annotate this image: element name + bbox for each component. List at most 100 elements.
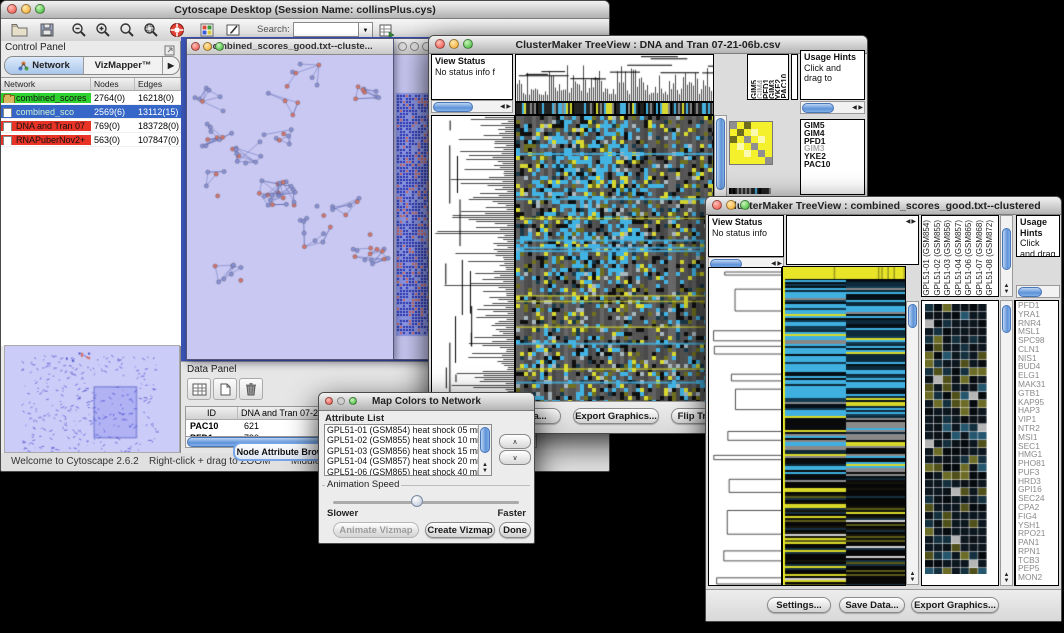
frame-close-button[interactable] [398, 42, 407, 51]
search-input[interactable] [293, 22, 361, 37]
zoom-out-icon[interactable] [69, 21, 89, 39]
tv2-titlebar[interactable]: ClusterMaker TreeView : combined_scores_… [706, 197, 1061, 215]
attribute-option[interactable]: GPL51-06 (GSM865) heat shock 40 min [325, 467, 491, 476]
tv1-column-labels: GIM5GIM4PFD1GIM3YKE2PAC10 [747, 54, 789, 100]
network-row[interactable]: RNAPuberNov2+ 563(0) 107847(0) [1, 133, 181, 147]
tv1-usage-hscrollbar[interactable]: ◀ ▶ [800, 101, 865, 114]
close-button[interactable] [7, 4, 17, 14]
tv2-title: ClusterMaker TreeView : combined_scores_… [726, 200, 1040, 212]
network-type-icon [3, 122, 12, 131]
move-up-button[interactable]: ∧ [499, 434, 531, 449]
tv2-label-vscrollbar[interactable]: ▲▼ [1000, 215, 1013, 297]
tv2-usage-hscrollbar[interactable] [1016, 285, 1060, 298]
close-button[interactable] [712, 200, 722, 210]
map-colors-dialog: Map Colors to Network Attribute List GPL… [318, 392, 535, 544]
zoom-in-icon[interactable] [93, 21, 113, 39]
zoom-button[interactable] [740, 200, 750, 210]
tv2-zoom-heatmap[interactable] [925, 304, 987, 574]
control-panel-title: Control Panel [5, 42, 66, 53]
delete-attribute-icon[interactable] [239, 378, 263, 400]
main-titlebar[interactable]: Cytoscape Desktop (Session Name: collins… [1, 1, 609, 19]
dialog-action-button[interactable]: Animate Vizmap [333, 522, 419, 538]
tv2-zoom-vscrollbar[interactable]: ▲▼ [1000, 300, 1013, 586]
tv1-mini-strip [729, 188, 771, 194]
mini-heatmap[interactable] [729, 121, 773, 165]
tv2-global-vscrollbar[interactable]: ▲▼ [906, 301, 919, 585]
tv2-column-tree-area[interactable]: ◀▶ [786, 215, 919, 265]
tv2-row-dendrogram[interactable] [708, 267, 782, 586]
status-welcome: Welcome to Cytoscape 2.6.2 [11, 456, 139, 467]
close-button[interactable] [325, 397, 333, 405]
speed-slider-thumb[interactable] [411, 495, 423, 507]
open-file-icon[interactable] [9, 21, 29, 39]
dialog-title: Map Colors to Network [372, 396, 481, 407]
attribute-option[interactable]: GPL51-04 (GSM857) heat shock 20 min [325, 456, 491, 466]
zoom-button[interactable] [463, 39, 473, 49]
zoom-button[interactable] [349, 397, 357, 405]
attribute-option[interactable]: GPL51-02 (GSM855) heat shock 10 min [325, 435, 491, 445]
network-row[interactable]: combined_scores 2764(0) 16218(0) [1, 91, 181, 105]
column-label: GPL51-01 (GSM854) [922, 220, 933, 296]
minimize-button[interactable] [449, 39, 459, 49]
frame1-title: combined_scores_good.txt--cluste... [207, 41, 372, 52]
attribute-list-label: Attribute List [325, 413, 384, 424]
column-label: GPL51-04 (GSM857) [954, 220, 965, 296]
save-icon[interactable] [37, 21, 57, 39]
network-type-icon [3, 136, 12, 145]
tv2-global-heatmap[interactable] [782, 266, 906, 586]
network-type-icon [3, 95, 15, 103]
tab-vizmapper[interactable]: VizMapper™ [84, 57, 163, 74]
zoom-fit-icon[interactable] [117, 21, 137, 39]
move-down-button[interactable]: ∨ [499, 450, 531, 465]
tv1-row-labels: GIM5GIM4PFD1GIM3YKE2PAC10 [800, 119, 865, 195]
column-label: PAC10 [780, 74, 786, 99]
tv1-view-status-panel: View Status No status info f [431, 54, 513, 100]
birdseye-overview[interactable] [4, 345, 180, 453]
tv2-usage-hints-panel: Usage Hints Click and drag to [1016, 215, 1060, 257]
slower-label: Slower [327, 508, 358, 519]
frame1-titlebar[interactable]: combined_scores_good.txt--cluste... [187, 39, 393, 55]
network-rows: combined_scores 2764(0) 16218(0) combine… [1, 91, 181, 147]
frame-minimize-button[interactable] [203, 42, 212, 51]
tv2-action-button[interactable]: Export Graphics... [911, 597, 999, 613]
dialog-action-button[interactable]: Create Vizmap [425, 522, 495, 538]
tab-overflow-arrow[interactable]: ▶ [163, 57, 179, 74]
frame-zoom-button[interactable] [215, 42, 224, 51]
zoom-selected-icon[interactable] [141, 21, 161, 39]
new-attribute-icon[interactable] [213, 378, 237, 400]
attribute-option[interactable]: GPL51-03 (GSM856) heat shock 15 min [325, 446, 491, 456]
search-label: Search: [257, 24, 290, 35]
network-row[interactable]: combined_sco 2569(6) 13112(15) [1, 105, 181, 119]
tv1-action-button[interactable]: Export Graphics... [573, 408, 659, 424]
tv1-status-hscrollbar[interactable]: ◀ ▶ [431, 100, 513, 113]
network-list: Network Nodes Edges combined_scores 2764… [1, 77, 181, 346]
attribute-option[interactable]: GPL51-01 (GSM854) heat shock 05 min [325, 425, 491, 435]
column-label: GPL51-08 (GSM872) [985, 220, 996, 296]
dialog-titlebar[interactable]: Map Colors to Network [319, 393, 534, 411]
dialog-action-button[interactable]: Done [499, 522, 531, 538]
tab-network[interactable]: Network [5, 57, 84, 74]
zoom-button[interactable] [35, 4, 45, 14]
frame-close-button[interactable] [191, 42, 200, 51]
tv1-title: ClusterMaker TreeView : DNA and Tran 07-… [516, 39, 781, 51]
speed-slider-track[interactable] [333, 501, 519, 504]
network-row[interactable]: DNA and Tran 07 769(0) 183728(0) [1, 119, 181, 133]
minimize-button[interactable] [21, 4, 31, 14]
tv2-action-button[interactable]: Save Data... [839, 597, 905, 613]
minimize-button[interactable] [337, 397, 345, 405]
network-graph-canvas[interactable] [187, 55, 391, 358]
data-panel-title: Data Panel [187, 364, 236, 375]
tv1-column-dendrogram[interactable] [515, 54, 714, 102]
minimize-button[interactable] [726, 200, 736, 210]
select-attributes-icon[interactable] [187, 378, 211, 400]
tv2-action-button[interactable]: Settings... [767, 597, 831, 613]
row-label[interactable]: PAC10 [804, 161, 861, 169]
close-button[interactable] [435, 39, 445, 49]
tv1-heatmap[interactable] [515, 115, 714, 403]
tv1-row-dendrogram[interactable] [431, 115, 515, 403]
detach-panel-icon[interactable] [164, 43, 175, 54]
attribute-list-vscrollbar[interactable]: ▲▼ [478, 425, 491, 475]
tv1-label-gap [791, 54, 798, 100]
gene-label[interactable]: MON2 [1018, 573, 1058, 582]
frame-minimize-button[interactable] [410, 42, 419, 51]
